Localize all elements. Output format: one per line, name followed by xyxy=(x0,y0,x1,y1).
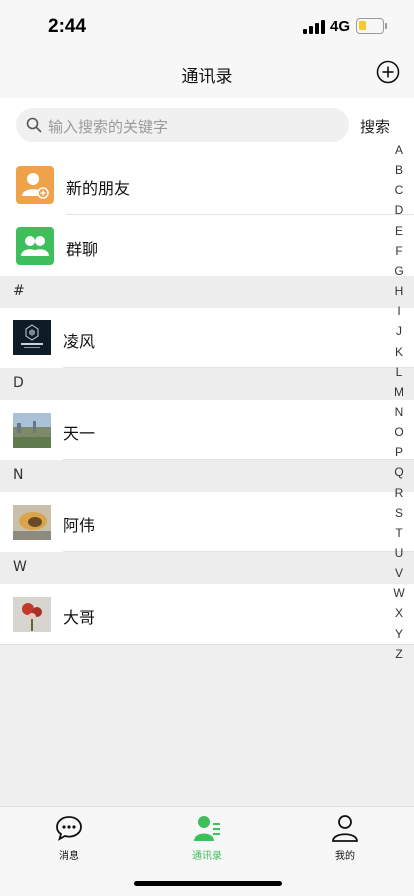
contact-row[interactable]: 凌风 xyxy=(0,308,414,368)
group-chat-icon xyxy=(16,227,54,265)
index-letter[interactable]: L xyxy=(391,365,407,379)
index-letter[interactable]: M xyxy=(391,385,407,399)
index-letter[interactable]: J xyxy=(391,324,407,338)
tab-label: 通讯录 xyxy=(192,851,222,862)
index-letter[interactable]: E xyxy=(391,224,407,238)
contact-name: 阿伟 xyxy=(63,516,96,535)
index-letter[interactable]: Q xyxy=(391,465,407,479)
search-button[interactable]: 搜索 xyxy=(360,116,390,137)
index-letter[interactable]: W xyxy=(391,586,407,600)
index-letter[interactable]: V xyxy=(391,566,407,580)
tab-messages[interactable]: 消息 xyxy=(37,813,101,863)
contact-name: 天一 xyxy=(63,424,96,443)
section-letter: W xyxy=(13,559,27,575)
index-letter[interactable]: K xyxy=(391,345,407,359)
index-letter[interactable]: A xyxy=(391,143,407,157)
index-letter[interactable]: U xyxy=(391,546,407,560)
contacts-icon xyxy=(194,816,220,841)
index-letter[interactable]: T xyxy=(391,526,407,540)
index-letter[interactable]: P xyxy=(391,445,407,459)
plus-circle-icon[interactable] xyxy=(376,60,400,84)
new-friends-label: 新的朋友 xyxy=(66,179,131,198)
index-letter[interactable]: F xyxy=(391,244,407,258)
index-letter[interactable]: I xyxy=(391,304,407,318)
tab-contacts[interactable]: 通讯录 xyxy=(175,813,239,863)
index-letter[interactable]: S xyxy=(391,506,407,520)
new-friends-item[interactable]: 新的朋友 xyxy=(0,154,414,215)
index-letter[interactable]: D xyxy=(391,203,407,217)
tab-profile[interactable]: 我的 xyxy=(313,813,377,863)
function-list: 新的朋友 群聊 xyxy=(0,154,414,276)
status-time: 2:44 xyxy=(48,16,87,37)
section-letter: # xyxy=(13,283,25,299)
section-header: W xyxy=(0,552,414,584)
index-letter[interactable]: C xyxy=(391,183,407,197)
tab-label: 我的 xyxy=(335,851,355,862)
status-bar: 2:44 4G xyxy=(0,0,414,52)
flowers-photo-avatar xyxy=(13,597,51,632)
chat-bubble-icon xyxy=(56,816,82,841)
tab-label: 消息 xyxy=(59,851,79,862)
sculpture-photo-avatar xyxy=(13,505,51,540)
page-title: 通讯录 xyxy=(181,67,233,87)
landscape-photo-avatar xyxy=(13,413,51,448)
index-letter[interactable]: G xyxy=(391,264,407,278)
section-header: # xyxy=(0,276,414,308)
profile-icon xyxy=(332,815,358,842)
network-type: 4G xyxy=(330,18,351,35)
battery-icon xyxy=(356,18,384,34)
signal-icon xyxy=(303,19,325,34)
section-letter: N xyxy=(13,467,24,483)
group-chat-label: 群聊 xyxy=(66,240,99,259)
search-bar: 输入搜索的关键字 搜索 xyxy=(0,98,414,154)
index-letter[interactable]: B xyxy=(391,163,407,177)
group-chat-item[interactable]: 群聊 xyxy=(0,215,414,276)
index-letter[interactable]: Y xyxy=(391,627,407,641)
divider xyxy=(0,644,414,645)
nav-header: 通讯录 xyxy=(0,52,414,98)
contact-name: 凌风 xyxy=(63,332,96,351)
index-letter[interactable]: Z xyxy=(391,647,407,661)
index-letter[interactable]: R xyxy=(391,486,407,500)
home-indicator xyxy=(134,881,282,886)
add-friend-icon xyxy=(16,166,54,204)
contact-row[interactable]: 阿伟 xyxy=(0,492,414,552)
contact-row[interactable]: 大哥 xyxy=(0,584,414,645)
contact-name: 大哥 xyxy=(63,608,96,627)
ingress-logo-avatar xyxy=(13,320,51,355)
index-letter[interactable]: X xyxy=(391,606,407,620)
search-placeholder: 输入搜索的关键字 xyxy=(48,118,169,136)
index-letter[interactable]: H xyxy=(391,284,407,298)
search-icon xyxy=(26,117,42,133)
search-input[interactable]: 输入搜索的关键字 xyxy=(16,108,349,142)
index-letter[interactable]: O xyxy=(391,425,407,439)
index-letter[interactable]: N xyxy=(391,405,407,419)
battery-tip xyxy=(385,23,387,29)
contact-row[interactable]: 天一 xyxy=(0,400,414,460)
section-header: N xyxy=(0,460,414,492)
section-letter: D xyxy=(13,375,24,391)
section-header: D xyxy=(0,368,414,400)
